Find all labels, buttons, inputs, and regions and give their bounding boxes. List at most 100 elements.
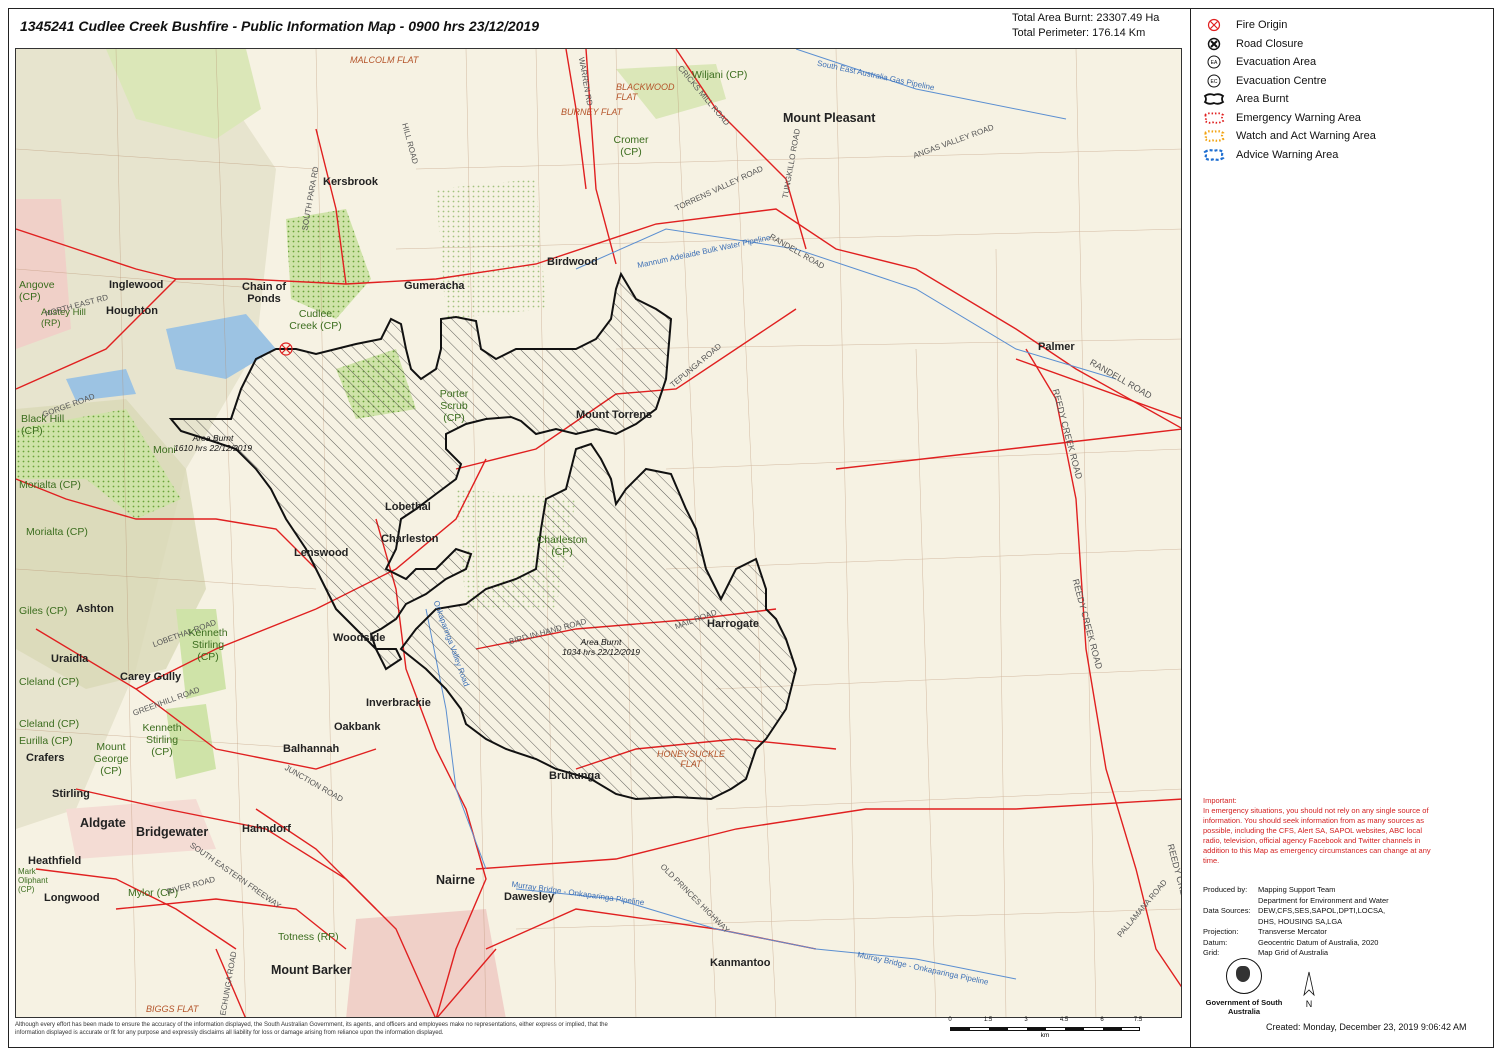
place-palmer: Palmer xyxy=(1038,341,1075,353)
scale-tick: 0 xyxy=(948,1017,952,1023)
park-mount-george: Mount George (CP) xyxy=(93,741,129,777)
park-morialta: Morialta (CP) xyxy=(19,479,81,491)
legend-item-area-burnt: Area Burnt xyxy=(1203,90,1376,109)
important-text: In emergency situations, you should not … xyxy=(1203,806,1431,865)
legend-item-road-closure: Road Closure xyxy=(1203,35,1376,54)
park-kenneth-stirling-2: Kenneth Stirling (CP) xyxy=(142,722,182,758)
scale-unit: km xyxy=(1040,1032,1050,1039)
legend-label: Area Burnt xyxy=(1236,93,1289,106)
park-moni: Moni xyxy=(153,444,176,456)
burn-label-1034: Area Burnt 1034 hrs 22/12/2019 xyxy=(562,637,640,657)
place-mount-pleasant: Mount Pleasant xyxy=(783,111,876,125)
credit-key: Produced by: xyxy=(1203,885,1248,894)
park-cromer: Cromer (CP) xyxy=(613,134,649,158)
burn-stats: Total Area Burnt: 23307.49 Ha Total Peri… xyxy=(1012,11,1159,41)
park-giles: Giles (CP) xyxy=(19,605,68,617)
legend-label: Evacuation Centre xyxy=(1236,74,1327,87)
important-notice: Important: In emergency situations, you … xyxy=(1203,796,1433,866)
place-mount-barker: Mount Barker xyxy=(271,963,352,977)
place-nairne: Nairne xyxy=(436,873,475,887)
government-logo: Government of South Australia xyxy=(1203,958,1285,1016)
emergency-warning-icon xyxy=(1203,111,1225,125)
place-oakbank: Oakbank xyxy=(334,721,381,733)
evacuation-area-icon: EA xyxy=(1203,55,1225,69)
total-perimeter: Total Perimeter: 176.14 Km xyxy=(1012,27,1146,39)
credit-row: Grid: Map Grid of Australia xyxy=(1203,948,1389,959)
place-charleston: Charleston xyxy=(381,533,439,545)
scale-bar: 0 1.5 3 4.5 6 7.5 km xyxy=(948,1017,1143,1039)
credit-key: Grid: xyxy=(1203,948,1220,957)
legend-item-evacuation-centre: EC Evacuation Centre xyxy=(1203,72,1376,91)
road-closure-icon xyxy=(1203,37,1225,51)
credit-row: Datum: Geocentric Datum of Australia, 202… xyxy=(1203,938,1389,949)
legend-item-emergency-warning: Emergency Warning Area xyxy=(1203,109,1376,128)
credit-key: Projection: xyxy=(1203,927,1239,936)
park-totness: Totness (RP) xyxy=(278,931,339,943)
place-carey-gully: Carey Gully xyxy=(120,671,182,683)
evacuation-centre-code: EC xyxy=(1211,79,1218,85)
locality-honeysuckle-flat: HONEYSUCKLE FLAT xyxy=(656,749,726,769)
park-cudlee-creek: Cudlee Creek (CP) xyxy=(289,308,342,332)
place-aldgate: Aldgate xyxy=(80,816,126,830)
burn-label-1034-title: Area Burnt xyxy=(580,637,622,647)
place-chain-of-ponds: Chain of Ponds xyxy=(242,281,286,305)
watch-act-icon xyxy=(1203,129,1225,143)
total-area-burnt: Total Area Burnt: 23307.49 Ha xyxy=(1012,12,1160,24)
map-graphics xyxy=(16,49,1181,1017)
place-crafers: Crafers xyxy=(26,752,65,764)
map-canvas[interactable]: Mount Pleasant Kersbrook Birdwood Gumera… xyxy=(15,48,1182,1018)
burn-label-1610-time: 1610 hrs 22/12/2019 xyxy=(174,443,252,453)
place-lobethal: Lobethal xyxy=(385,501,431,513)
park-wiljani: Wiljani (CP) xyxy=(692,69,748,81)
locality-malcolm-flat: MALCOLM FLAT xyxy=(350,55,419,65)
burn-label-1034-time: 1034 hrs 22/12/2019 xyxy=(562,647,640,657)
evacuation-area-code: EA xyxy=(1211,60,1218,66)
credit-row: Produced by: Mapping Support Team xyxy=(1203,885,1389,896)
credit-value: Mapping Support Team xyxy=(1258,885,1336,894)
credit-key xyxy=(1203,917,1258,928)
disclaimer: Although every effort has been made to e… xyxy=(15,1022,608,1036)
scale-ticks: 0 1.5 3 4.5 6 7.5 xyxy=(948,1017,1143,1027)
credit-key: Datum: xyxy=(1203,937,1228,947)
credit-value: Transverse Mercator xyxy=(1258,927,1327,936)
legend-item-fire-origin: Fire Origin xyxy=(1203,16,1376,35)
important-heading: Important: xyxy=(1203,796,1237,805)
credit-row: DHS, HOUSING SA,LGA xyxy=(1203,917,1389,928)
place-balhannah: Balhannah xyxy=(283,743,340,755)
legend-label: Watch and Act Warning Area xyxy=(1236,130,1376,143)
locality-burney-flat: BURNEY FLAT xyxy=(561,107,623,117)
legend-panel: Fire Origin Road Closure EA Evacuation A… xyxy=(1190,8,1494,1048)
park-cleland: Cleland (CP) xyxy=(19,676,80,688)
place-inverbrackie: Inverbrackie xyxy=(366,697,431,709)
place-hahndorf: Hahndorf xyxy=(242,823,291,835)
area-burnt-icon xyxy=(1203,92,1225,106)
place-birdwood: Birdwood xyxy=(547,256,598,268)
credit-value: DEW,CFS,SES,SAPOL,DPTI,LOCSA, xyxy=(1258,906,1386,915)
place-kanmantoo: Kanmantoo xyxy=(710,957,771,969)
place-houghton: Houghton xyxy=(106,305,158,317)
government-name: Government of South Australia xyxy=(1205,998,1283,1016)
scale-tick: 3 xyxy=(1024,1017,1028,1023)
north-arrow: N xyxy=(1299,971,1319,1009)
park-cleland-2: Cleland (CP) xyxy=(19,718,80,730)
park-area xyxy=(286,209,371,319)
evacuation-centre-icon: EC xyxy=(1203,74,1225,88)
scale-bar-graphic xyxy=(950,1027,1140,1031)
north-label: N xyxy=(1305,999,1313,1009)
place-woodside: Woodside xyxy=(333,632,386,644)
legend-item-advice-warning: Advice Warning Area xyxy=(1203,146,1376,165)
place-heathfield: Heathfield xyxy=(28,855,82,867)
place-lenswood: Lenswood xyxy=(294,547,349,559)
place-stirling: Stirling xyxy=(52,788,90,800)
suburb-area xyxy=(346,909,506,1017)
burn-label-1610-title: Area Burnt xyxy=(192,433,234,443)
scale-tick: 6 xyxy=(1100,1017,1104,1023)
credit-row: Projection: Transverse Mercator xyxy=(1203,927,1389,938)
park-porter-scrub: Porter Scrub (CP) xyxy=(439,388,469,424)
scale-tick: 7.5 xyxy=(1133,1017,1143,1023)
map-credits: Produced by: Mapping Support Team Departm… xyxy=(1203,885,1389,959)
legend-label: Fire Origin xyxy=(1236,19,1288,32)
park-morialta-2: Morialta (CP) xyxy=(26,526,88,538)
place-brukunga: Brukunga xyxy=(549,770,601,782)
fire-origin-icon xyxy=(1203,18,1225,32)
